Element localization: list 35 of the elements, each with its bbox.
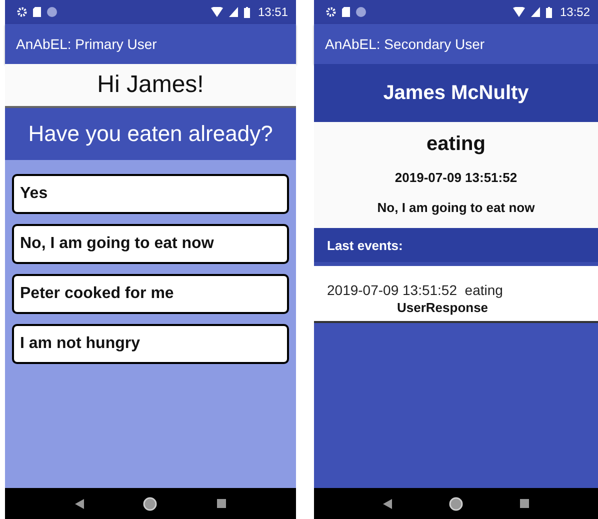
greeting: Hi James! [97, 71, 204, 99]
timestamp: 2019-07-09 13:51:52 [394, 170, 518, 186]
question: Have you eaten already? [28, 121, 273, 147]
home-icon[interactable] [448, 496, 463, 510]
recents-icon[interactable] [520, 499, 530, 508]
sd-card-icon [33, 7, 41, 17]
back-icon[interactable] [382, 498, 392, 508]
back-icon[interactable] [74, 498, 84, 508]
wifi-icon [512, 7, 525, 17]
clock: 13:51 [258, 5, 288, 19]
answer-button[interactable]: I am not hungry [12, 324, 289, 364]
event-text: 2019-07-09 13:51:52 eating [327, 282, 503, 298]
response: No, I am going to eat now [377, 200, 535, 215]
answer-button[interactable]: No, I am going to eat now [12, 224, 289, 264]
battery-icon [546, 6, 552, 18]
sd-card-icon [342, 7, 350, 17]
circle-icon [47, 7, 57, 17]
app-title: AnAbEL: Primary User [16, 36, 157, 52]
events-title: Last events: [327, 238, 403, 252]
recents-icon[interactable] [217, 499, 226, 508]
gear-icon [17, 7, 27, 17]
circle-icon [356, 7, 366, 17]
home-icon[interactable] [143, 496, 158, 510]
gear-icon [326, 7, 336, 17]
status: eating [426, 133, 486, 156]
battery-icon [244, 6, 250, 18]
event-type: UserResponse [397, 300, 488, 315]
signal-icon [228, 7, 238, 17]
app-title: AnAbEL: Secondary User [325, 36, 485, 52]
wifi-icon [210, 7, 223, 17]
signal-icon [530, 7, 540, 17]
answer-button[interactable]: Peter cooked for me [12, 274, 289, 314]
user-name: James McNulty [383, 82, 529, 104]
answer-button[interactable]: Yes [12, 174, 289, 214]
clock: 13:52 [560, 5, 590, 19]
